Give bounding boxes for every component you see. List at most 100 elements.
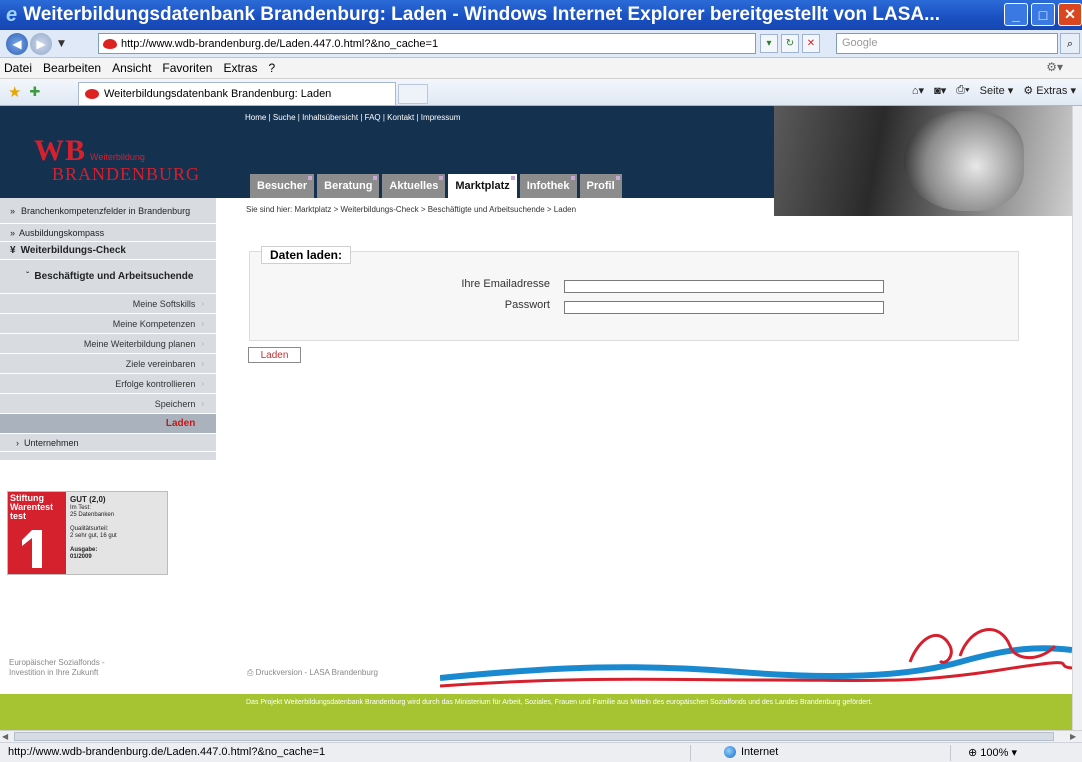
security-zone[interactable]: Internet: [724, 746, 778, 758]
double-chevron-icon: »: [10, 205, 16, 216]
sidebar: » Branchenkompetenzfelder in Brandenburg…: [0, 198, 216, 460]
menu-favoriten[interactable]: Favoriten: [162, 61, 212, 75]
sidebar-item-kompetenzen[interactable]: Meine Kompetenzen ›: [0, 314, 216, 334]
sidebar-item-label: Branchenkompetenzfelder in Brandenburg: [21, 205, 191, 216]
stiftung-warentest-badge[interactable]: Stiftung Warentest test GUT (2,0) Im Tes…: [7, 491, 168, 575]
breadcrumb: Sie sind hier: Marktplatz > Weiterbildun…: [246, 205, 577, 214]
sidebar-item-ausbildung[interactable]: » Ausbildungskompass: [0, 224, 216, 242]
vertical-scrollbar[interactable]: [1072, 106, 1082, 730]
sidebar-item-beschaeftigte[interactable]: ˇ Beschäftigte und Arbeitsuchende: [0, 260, 216, 294]
top-links[interactable]: Home | Suche | Inhaltsübersicht | FAQ | …: [245, 113, 460, 122]
nav-tab-infothek[interactable]: Infothek: [519, 174, 577, 198]
page-menu[interactable]: Seite ▾: [980, 84, 1014, 97]
sidebar-item-speichern[interactable]: Speichern ›: [0, 394, 216, 414]
zoom-control[interactable]: ⊕ 100% ▾: [968, 746, 1017, 759]
toolbar-extension-icon[interactable]: ⚙▾: [1046, 60, 1063, 74]
tools-menu-label: Extras: [1036, 85, 1068, 97]
nav-tab-profil[interactable]: Profil: [579, 174, 622, 198]
esf-line1: Europäischer Sozialfonds -: [9, 658, 105, 667]
feeds-icon[interactable]: ◙▾: [934, 84, 946, 97]
footer-band: Das Projekt Weiterbildungsdatenbank Bran…: [0, 694, 1072, 730]
back-button[interactable]: ◀: [6, 32, 28, 55]
address-tools: ▾ ↻ ✕: [760, 34, 820, 53]
st-grade: GUT (2,0): [70, 495, 106, 504]
double-chevron-icon: »: [10, 227, 16, 238]
status-divider: [950, 745, 951, 761]
history-dropdown-icon[interactable]: ▼: [58, 39, 65, 49]
st-line2: 25 Datenbanken: [70, 512, 115, 518]
scroll-right-icon[interactable]: ▶: [1070, 732, 1080, 742]
st-line6: 01/2009: [70, 554, 92, 560]
tab-current[interactable]: Weiterbildungsdatenbank Brandenburg: Lad…: [78, 82, 396, 105]
header-photo: [774, 106, 1072, 216]
sidebar-item-planen[interactable]: Meine Weiterbildung planen ›: [0, 334, 216, 354]
window-controls: _ □ ✕: [1004, 3, 1082, 26]
email-field[interactable]: [564, 280, 884, 293]
password-field[interactable]: [564, 301, 884, 314]
test-one-icon: [22, 530, 42, 568]
zoom-level: 100%: [980, 747, 1009, 759]
close-button[interactable]: ✕: [1058, 3, 1082, 26]
stiftung-warentest-logo: Stiftung Warentest test: [8, 492, 66, 574]
laden-button[interactable]: Laden: [248, 347, 301, 363]
status-url: http://www.wdb-brandenburg.de/Laden.447.…: [8, 746, 326, 758]
site-favicon-icon: [103, 38, 117, 49]
scroll-thumb[interactable]: [14, 732, 1054, 741]
menu-bearbeiten[interactable]: Bearbeiten: [43, 61, 101, 75]
search-icon[interactable]: ⌕: [1060, 33, 1080, 54]
sidebar-item-ziele[interactable]: Ziele vereinbaren ›: [0, 354, 216, 374]
site-logo[interactable]: WB Weiterbildung BRANDENBURG: [0, 106, 232, 198]
url-input[interactable]: http://www.wdb-brandenburg.de/Laden.447.…: [98, 33, 756, 54]
menu-ansicht[interactable]: Ansicht: [112, 61, 151, 75]
tools-menu[interactable]: ⚙ Extras ▾: [1023, 84, 1076, 97]
nav-tab-aktuelles[interactable]: Aktuelles: [382, 174, 446, 198]
globe-icon: [724, 746, 736, 758]
chevron-right-icon: ›: [201, 419, 204, 428]
url-text: http://www.wdb-brandenburg.de/Laden.447.…: [121, 37, 439, 50]
st-line1: Im Test:: [70, 505, 91, 511]
menu-extras[interactable]: Extras: [223, 61, 257, 75]
menu-datei[interactable]: Datei: [4, 61, 32, 75]
sidebar-item-laden[interactable]: Laden ›: [0, 414, 216, 434]
address-bar: ◀ ▶ ▼ http://www.wdb-brandenburg.de/Lade…: [0, 30, 1082, 58]
nav-tab-beratung[interactable]: Beratung: [317, 174, 380, 198]
print-icon[interactable]: ⎙▾: [956, 84, 969, 97]
url-dropdown-icon[interactable]: ▾: [760, 34, 778, 53]
sidebar-item-erfolge[interactable]: Erfolge kontrollieren ›: [0, 374, 216, 394]
favorites-star-icon[interactable]: ★: [8, 83, 21, 101]
double-chevron-down-icon: ¥: [10, 245, 16, 256]
logo-wb-text: WB: [34, 134, 87, 167]
sidebar-item-label: Ziele vereinbaren: [125, 358, 196, 369]
menu-help[interactable]: ?: [268, 61, 275, 75]
home-icon[interactable]: ⌂▾: [912, 84, 924, 97]
chevron-right-icon: ›: [201, 379, 204, 388]
st-line3: Qualitätsurteil:: [70, 526, 109, 532]
chevron-right-icon: ›: [201, 339, 204, 348]
form-legend: Daten laden:: [261, 246, 352, 264]
ie-logo-icon: e: [6, 3, 18, 26]
maximize-button[interactable]: □: [1031, 3, 1055, 26]
new-tab-button[interactable]: [398, 84, 428, 104]
sidebar-item-branchen[interactable]: » Branchenkompetenzfelder in Brandenburg: [0, 198, 216, 224]
stop-icon[interactable]: ✕: [802, 34, 820, 53]
stiftung-text: GUT (2,0) Im Test: 25 Datenbanken Qualit…: [70, 496, 117, 561]
add-favorite-icon[interactable]: ✚: [29, 85, 40, 100]
sidebar-item-unternehmen[interactable]: › Unternehmen: [0, 434, 216, 452]
nav-tab-besucher[interactable]: Besucher: [250, 174, 315, 198]
search-input[interactable]: Google: [836, 33, 1058, 54]
sidebar-item-weiterbildungs-check[interactable]: ¥ Weiterbildungs-Check: [0, 242, 216, 260]
minimize-button[interactable]: _: [1004, 3, 1028, 26]
scroll-left-icon[interactable]: ◀: [2, 732, 12, 742]
sidebar-item-label: Meine Weiterbildung planen: [83, 338, 196, 349]
print-version-link[interactable]: ⎙ Druckversion - LASA Brandenburg: [247, 668, 378, 678]
sidebar-item-softskills[interactable]: Meine Softskills ›: [0, 294, 216, 314]
password-label: Passwort: [504, 299, 550, 311]
forward-button[interactable]: ▶: [30, 32, 52, 55]
nav-tab-marktplatz[interactable]: Marktplatz: [448, 174, 517, 198]
page-content: WB Weiterbildung BRANDENBURG Home | Suche…: [0, 106, 1072, 730]
sidebar-item-label: Weiterbildungs-Check: [20, 245, 126, 256]
refresh-icon[interactable]: ↻: [781, 34, 799, 53]
st-line4: 2 sehr gut, 16 gut: [70, 533, 117, 539]
esf-line2: Investition in Ihre Zukunft: [9, 668, 99, 677]
horizontal-scrollbar[interactable]: ◀ ▶: [0, 730, 1082, 742]
